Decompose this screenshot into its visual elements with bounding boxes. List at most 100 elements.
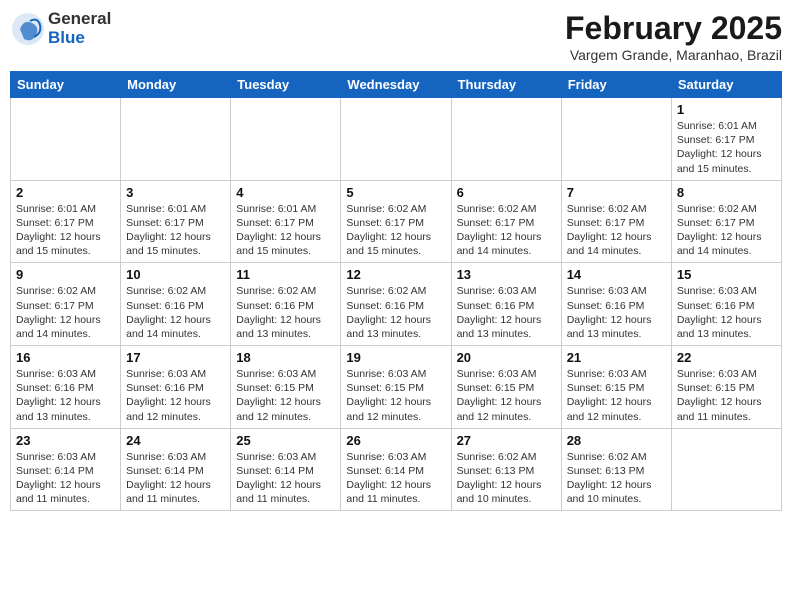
day-number: 1 xyxy=(677,102,776,117)
day-info: Sunrise: 6:03 AM Sunset: 6:16 PM Dayligh… xyxy=(457,284,556,341)
calendar-day-4: 4 Sunrise: 6:01 AM Sunset: 6:17 PM Daylig… xyxy=(231,180,341,263)
calendar-empty-cell xyxy=(231,98,341,181)
day-number: 19 xyxy=(346,350,445,365)
month-year: February 2025 xyxy=(565,10,782,47)
day-number: 6 xyxy=(457,185,556,200)
day-info: Sunrise: 6:01 AM Sunset: 6:17 PM Dayligh… xyxy=(16,202,115,259)
day-number: 4 xyxy=(236,185,335,200)
day-info: Sunrise: 6:03 AM Sunset: 6:15 PM Dayligh… xyxy=(677,367,776,424)
calendar-empty-cell xyxy=(451,98,561,181)
calendar-day-9: 9 Sunrise: 6:02 AM Sunset: 6:17 PM Daylig… xyxy=(11,263,121,346)
calendar-header-monday: Monday xyxy=(121,72,231,98)
day-number: 7 xyxy=(567,185,666,200)
calendar-header-saturday: Saturday xyxy=(671,72,781,98)
day-number: 15 xyxy=(677,267,776,282)
calendar-day-5: 5 Sunrise: 6:02 AM Sunset: 6:17 PM Daylig… xyxy=(341,180,451,263)
calendar-week-row: 1 Sunrise: 6:01 AM Sunset: 6:17 PM Daylig… xyxy=(11,98,782,181)
calendar-day-24: 24Sunrise: 6:03 AM Sunset: 6:14 PM Dayli… xyxy=(121,428,231,511)
day-info: Sunrise: 6:03 AM Sunset: 6:14 PM Dayligh… xyxy=(346,450,445,507)
calendar-day-13: 13 Sunrise: 6:03 AM Sunset: 6:16 PM Dayli… xyxy=(451,263,561,346)
calendar-day-17: 17 Sunrise: 6:03 AM Sunset: 6:16 PM Dayli… xyxy=(121,346,231,429)
logo-blue: Blue xyxy=(48,28,85,47)
day-info: Sunrise: 6:01 AM Sunset: 6:17 PM Dayligh… xyxy=(677,119,776,176)
calendar-day-20: 20Sunrise: 6:03 AM Sunset: 6:15 PM Dayli… xyxy=(451,346,561,429)
day-number: 23 xyxy=(16,433,115,448)
day-number: 13 xyxy=(457,267,556,282)
day-info: Sunrise: 6:03 AM Sunset: 6:16 PM Dayligh… xyxy=(16,367,115,424)
calendar-header-tuesday: Tuesday xyxy=(231,72,341,98)
day-number: 17 xyxy=(126,350,225,365)
day-number: 3 xyxy=(126,185,225,200)
day-info: Sunrise: 6:03 AM Sunset: 6:16 PM Dayligh… xyxy=(677,284,776,341)
day-number: 9 xyxy=(16,267,115,282)
calendar-day-3: 3 Sunrise: 6:01 AM Sunset: 6:17 PM Daylig… xyxy=(121,180,231,263)
calendar-week-row: 2Sunrise: 6:01 AM Sunset: 6:17 PM Daylig… xyxy=(11,180,782,263)
day-number: 16 xyxy=(16,350,115,365)
day-number: 25 xyxy=(236,433,335,448)
day-info: Sunrise: 6:03 AM Sunset: 6:14 PM Dayligh… xyxy=(126,450,225,507)
day-info: Sunrise: 6:02 AM Sunset: 6:17 PM Dayligh… xyxy=(346,202,445,259)
day-number: 5 xyxy=(346,185,445,200)
calendar-day-22: 22 Sunrise: 6:03 AM Sunset: 6:15 PM Dayli… xyxy=(671,346,781,429)
calendar-empty-cell xyxy=(671,428,781,511)
title-area: February 2025 Vargem Grande, Maranhao, B… xyxy=(565,10,782,63)
day-number: 27 xyxy=(457,433,556,448)
calendar-table: SundayMondayTuesdayWednesdayThursdayFrid… xyxy=(10,71,782,511)
calendar-header-friday: Friday xyxy=(561,72,671,98)
calendar-day-26: 26Sunrise: 6:03 AM Sunset: 6:14 PM Dayli… xyxy=(341,428,451,511)
calendar-week-row: 16 Sunrise: 6:03 AM Sunset: 6:16 PM Dayli… xyxy=(11,346,782,429)
calendar-header-row: SundayMondayTuesdayWednesdayThursdayFrid… xyxy=(11,72,782,98)
day-number: 18 xyxy=(236,350,335,365)
day-number: 8 xyxy=(677,185,776,200)
calendar-day-14: 14Sunrise: 6:03 AM Sunset: 6:16 PM Dayli… xyxy=(561,263,671,346)
calendar-empty-cell xyxy=(121,98,231,181)
calendar-empty-cell xyxy=(341,98,451,181)
calendar-day-27: 27 Sunrise: 6:02 AM Sunset: 6:13 PM Dayli… xyxy=(451,428,561,511)
day-info: Sunrise: 6:02 AM Sunset: 6:17 PM Dayligh… xyxy=(457,202,556,259)
calendar-empty-cell xyxy=(11,98,121,181)
calendar-day-2: 2Sunrise: 6:01 AM Sunset: 6:17 PM Daylig… xyxy=(11,180,121,263)
location: Vargem Grande, Maranhao, Brazil xyxy=(565,47,782,63)
day-info: Sunrise: 6:01 AM Sunset: 6:17 PM Dayligh… xyxy=(126,202,225,259)
calendar-day-28: 28 Sunrise: 6:02 AM Sunset: 6:13 PM Dayli… xyxy=(561,428,671,511)
calendar-day-15: 15 Sunrise: 6:03 AM Sunset: 6:16 PM Dayli… xyxy=(671,263,781,346)
day-number: 10 xyxy=(126,267,225,282)
day-info: Sunrise: 6:03 AM Sunset: 6:15 PM Dayligh… xyxy=(457,367,556,424)
day-info: Sunrise: 6:03 AM Sunset: 6:15 PM Dayligh… xyxy=(346,367,445,424)
day-info: Sunrise: 6:02 AM Sunset: 6:16 PM Dayligh… xyxy=(346,284,445,341)
day-info: Sunrise: 6:03 AM Sunset: 6:16 PM Dayligh… xyxy=(126,367,225,424)
logo: General Blue xyxy=(10,10,111,47)
day-info: Sunrise: 6:02 AM Sunset: 6:16 PM Dayligh… xyxy=(236,284,335,341)
calendar-header-thursday: Thursday xyxy=(451,72,561,98)
logo-icon xyxy=(10,11,46,47)
day-info: Sunrise: 6:03 AM Sunset: 6:14 PM Dayligh… xyxy=(16,450,115,507)
calendar-day-6: 6 Sunrise: 6:02 AM Sunset: 6:17 PM Daylig… xyxy=(451,180,561,263)
logo-general: General xyxy=(48,9,111,28)
calendar-header-sunday: Sunday xyxy=(11,72,121,98)
day-info: Sunrise: 6:02 AM Sunset: 6:17 PM Dayligh… xyxy=(677,202,776,259)
day-info: Sunrise: 6:02 AM Sunset: 6:13 PM Dayligh… xyxy=(457,450,556,507)
calendar-day-11: 11 Sunrise: 6:02 AM Sunset: 6:16 PM Dayli… xyxy=(231,263,341,346)
day-info: Sunrise: 6:02 AM Sunset: 6:16 PM Dayligh… xyxy=(126,284,225,341)
day-number: 22 xyxy=(677,350,776,365)
day-number: 28 xyxy=(567,433,666,448)
day-number: 12 xyxy=(346,267,445,282)
calendar-day-23: 23 Sunrise: 6:03 AM Sunset: 6:14 PM Dayli… xyxy=(11,428,121,511)
calendar-day-12: 12 Sunrise: 6:02 AM Sunset: 6:16 PM Dayli… xyxy=(341,263,451,346)
day-info: Sunrise: 6:03 AM Sunset: 6:14 PM Dayligh… xyxy=(236,450,335,507)
calendar-empty-cell xyxy=(561,98,671,181)
calendar-day-18: 18 Sunrise: 6:03 AM Sunset: 6:15 PM Dayli… xyxy=(231,346,341,429)
calendar-week-row: 9 Sunrise: 6:02 AM Sunset: 6:17 PM Daylig… xyxy=(11,263,782,346)
day-info: Sunrise: 6:01 AM Sunset: 6:17 PM Dayligh… xyxy=(236,202,335,259)
day-info: Sunrise: 6:02 AM Sunset: 6:17 PM Dayligh… xyxy=(567,202,666,259)
calendar-day-8: 8 Sunrise: 6:02 AM Sunset: 6:17 PM Daylig… xyxy=(671,180,781,263)
calendar-header-wednesday: Wednesday xyxy=(341,72,451,98)
day-info: Sunrise: 6:03 AM Sunset: 6:16 PM Dayligh… xyxy=(567,284,666,341)
day-info: Sunrise: 6:02 AM Sunset: 6:13 PM Dayligh… xyxy=(567,450,666,507)
day-number: 11 xyxy=(236,267,335,282)
day-info: Sunrise: 6:03 AM Sunset: 6:15 PM Dayligh… xyxy=(236,367,335,424)
calendar-day-7: 7 Sunrise: 6:02 AM Sunset: 6:17 PM Daylig… xyxy=(561,180,671,263)
header: General Blue February 2025 Vargem Grande… xyxy=(10,10,782,63)
day-info: Sunrise: 6:02 AM Sunset: 6:17 PM Dayligh… xyxy=(16,284,115,341)
calendar-day-25: 25 Sunrise: 6:03 AM Sunset: 6:14 PM Dayli… xyxy=(231,428,341,511)
